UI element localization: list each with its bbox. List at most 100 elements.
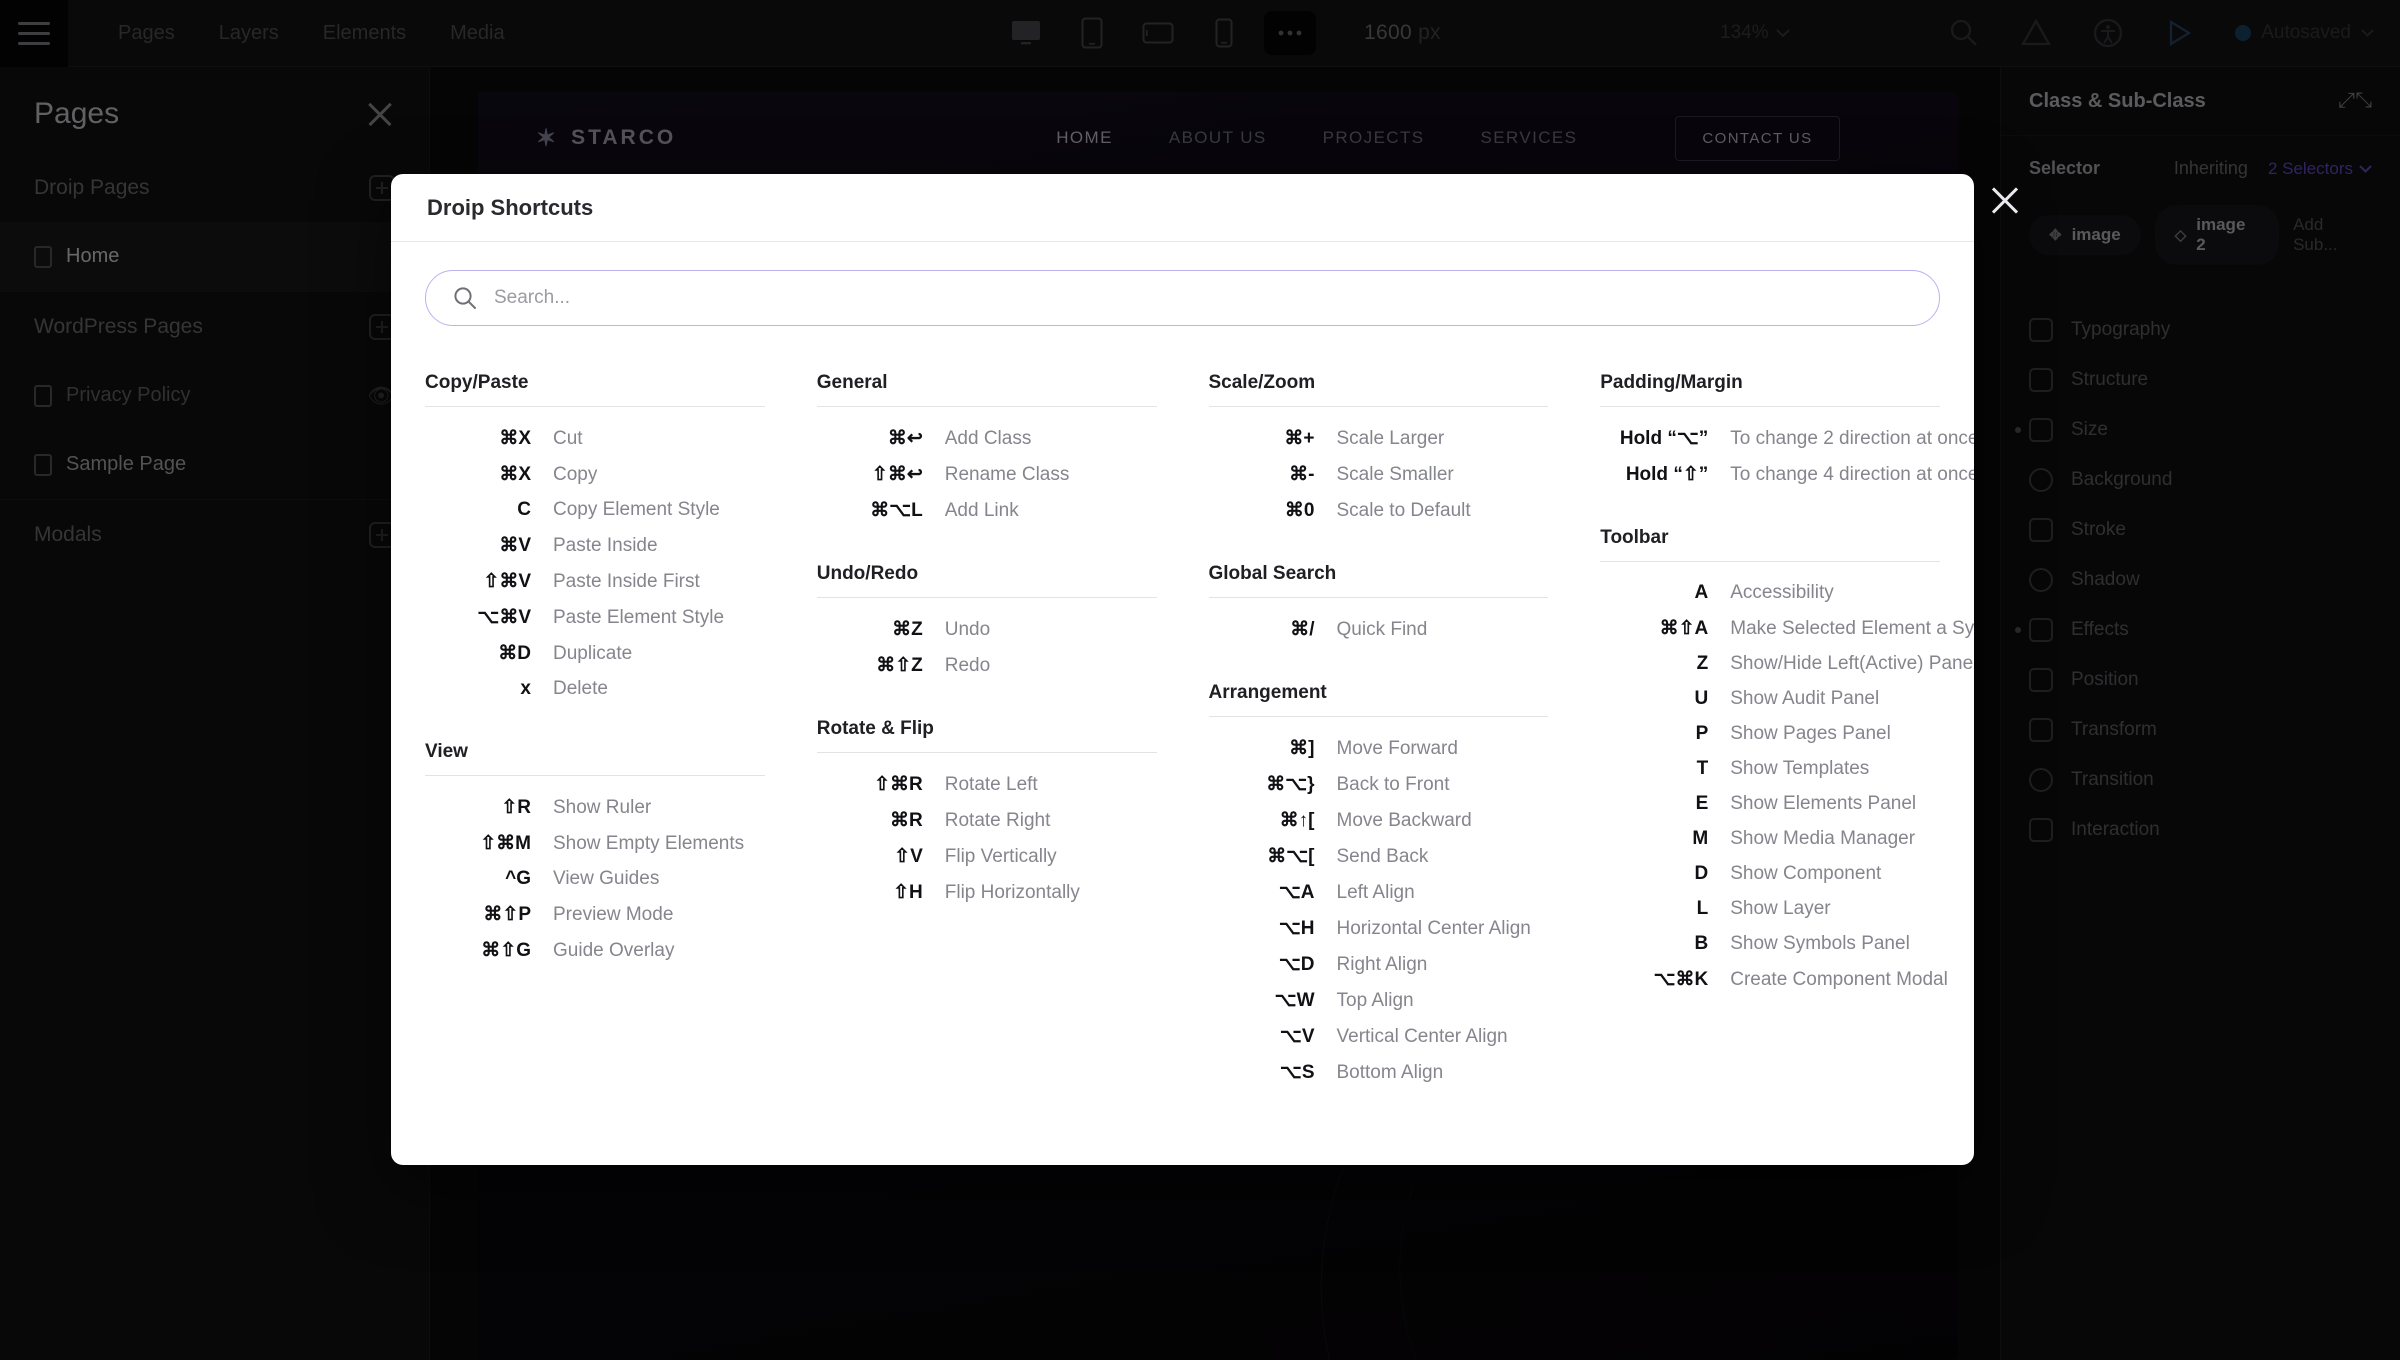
shortcut-keys: ⌘X bbox=[499, 464, 531, 485]
shortcut-label: Scale to Default bbox=[1336, 500, 1471, 521]
group-title: View bbox=[425, 741, 468, 762]
shortcut-label: Flip Horizontally bbox=[944, 882, 1080, 903]
shortcut-keys: x bbox=[520, 678, 531, 699]
shortcut-row: ^G View Guides bbox=[425, 862, 765, 897]
divider bbox=[816, 406, 1157, 407]
group-title: Rotate & Flip bbox=[816, 718, 934, 739]
shortcut-keys: ⌘⌥L bbox=[870, 500, 923, 521]
shortcut-label: Flip Vertically bbox=[944, 846, 1057, 867]
shortcut-label: Show Ruler bbox=[553, 797, 652, 818]
shortcut-label: To change 4 direction at once bbox=[1730, 464, 1974, 485]
divider bbox=[1208, 597, 1549, 598]
close-icon[interactable] bbox=[1988, 183, 2022, 217]
shortcut-row: D Show Component bbox=[1600, 857, 1940, 892]
shortcut-row: ⇧R Show Ruler bbox=[425, 790, 765, 826]
shortcut-row: T Show Templates bbox=[1600, 752, 1940, 787]
shortcut-column-1: Copy/Paste ⌘X Cut ⌘X Copy C Copy Element St… bbox=[425, 372, 765, 1125]
shortcut-row: ⌘↩ Add Class bbox=[817, 421, 1157, 457]
group-title: Scale/Zoom bbox=[1208, 372, 1316, 393]
shortcut-keys: Z bbox=[1696, 653, 1709, 674]
shortcut-row: ⌘R Rotate Right bbox=[817, 803, 1157, 839]
shortcut-label: Rotate Left bbox=[944, 774, 1038, 795]
shortcut-row: ⌥S Bottom Align bbox=[1209, 1055, 1549, 1091]
shortcut-group-general: General ⌘↩ Add Class ⇧⌘↩ Rename Class ⌘⌥L A… bbox=[816, 372, 1157, 529]
divider bbox=[425, 406, 765, 407]
shortcut-label: Scale Larger bbox=[1336, 428, 1445, 449]
shortcut-row: ⌥D Right Align bbox=[1209, 947, 1549, 983]
shortcut-keys: ⌘D bbox=[498, 643, 531, 664]
shortcut-label: Cut bbox=[553, 428, 583, 449]
shortcut-column-2: General ⌘↩ Add Class ⇧⌘↩ Rename Class ⌘⌥L A… bbox=[816, 372, 1157, 1125]
shortcut-keys: ⌘⇧Z bbox=[876, 655, 923, 676]
shortcut-keys: A bbox=[1694, 582, 1709, 603]
shortcut-keys: Hold “⌥” bbox=[1619, 428, 1709, 449]
shortcut-label: Accessibility bbox=[1730, 582, 1834, 603]
shortcut-group-copy-paste: Copy/Paste ⌘X Cut ⌘X Copy C Copy Element St… bbox=[425, 372, 765, 707]
shortcut-label: Add Link bbox=[944, 500, 1019, 521]
shortcut-label: Paste Element Style bbox=[553, 607, 725, 628]
shortcut-keys: T bbox=[1696, 758, 1709, 779]
droip-editor-window: Pages Layers Elements Media bbox=[0, 0, 2400, 1360]
shortcut-label: Show Templates bbox=[1730, 758, 1870, 779]
shortcut-row: ⇧V Flip Vertically bbox=[817, 839, 1157, 875]
shortcut-row: ⌘Z Undo bbox=[817, 612, 1157, 648]
shortcut-row: ⌘⇧P Preview Mode bbox=[425, 897, 765, 933]
shortcut-group-toolbar: Toolbar A Accessibility ⌘⇧A Make Selected … bbox=[1600, 527, 1974, 998]
search-field[interactable] bbox=[425, 270, 1940, 326]
shortcut-label: Quick Find bbox=[1336, 619, 1428, 640]
shortcut-keys: P bbox=[1695, 723, 1709, 744]
shortcut-columns: Copy/Paste ⌘X Cut ⌘X Copy C Copy Element St… bbox=[425, 372, 1974, 1125]
shortcut-keys: ⇧⌘V bbox=[483, 571, 531, 592]
shortcut-row: Hold “⌥” To change 2 direction at once bbox=[1600, 421, 1974, 457]
shortcut-label: To change 2 direction at once bbox=[1730, 428, 1974, 449]
shortcut-keys: ⌘⇧G bbox=[481, 940, 531, 961]
shortcut-row: ⇧⌘↩ Rename Class bbox=[817, 457, 1157, 493]
shortcut-label: Guide Overlay bbox=[553, 940, 675, 961]
shortcut-label: Show Audit Panel bbox=[1730, 688, 1880, 709]
shortcut-label: Undo bbox=[944, 619, 991, 640]
group-title: Toolbar bbox=[1600, 527, 1669, 548]
shortcut-label: Scale Smaller bbox=[1336, 464, 1454, 485]
shortcut-label: Paste Inside bbox=[553, 535, 658, 556]
shortcut-keys: Hold “⇧” bbox=[1625, 464, 1709, 485]
shortcut-row: ⌘- Scale Smaller bbox=[1209, 457, 1549, 493]
shortcut-label: Add Class bbox=[944, 428, 1032, 449]
shortcut-label: Preview Mode bbox=[553, 904, 674, 925]
shortcut-row: L Show Layer bbox=[1600, 892, 1940, 927]
shortcut-label: Create Component Modal bbox=[1730, 969, 1948, 990]
shortcut-label: Show Empty Elements bbox=[553, 833, 745, 854]
shortcut-row: ⌥⌘K Create Component Modal bbox=[1600, 962, 1948, 998]
shortcut-label: Show Elements Panel bbox=[1730, 793, 1917, 814]
shortcut-keys: ⌥⌘V bbox=[477, 607, 531, 628]
shortcut-label: Redo bbox=[944, 655, 991, 676]
shortcut-row: ⌘+ Scale Larger bbox=[1209, 421, 1549, 457]
shortcuts-modal: Droip Shortcuts Copy/Paste ⌘X Cut ⌘X Copy bbox=[391, 174, 1974, 1165]
shortcut-keys: ⌘0 bbox=[1284, 500, 1315, 521]
shortcut-keys: ⌘- bbox=[1289, 464, 1315, 485]
shortcut-label: Back to Front bbox=[1336, 774, 1450, 795]
shortcut-label: Top Align bbox=[1336, 990, 1414, 1011]
shortcut-keys: M bbox=[1692, 828, 1709, 849]
shortcut-label: Horizontal Center Align bbox=[1336, 918, 1531, 939]
shortcut-keys: ⇧V bbox=[894, 846, 923, 867]
search-icon bbox=[454, 287, 476, 309]
shortcut-label: Move Forward bbox=[1336, 738, 1458, 759]
shortcut-keys: ⌘⇧A bbox=[1659, 618, 1709, 639]
shortcut-keys: ⇧R bbox=[501, 797, 531, 818]
shortcut-keys: ⌥H bbox=[1278, 918, 1315, 939]
search-input[interactable] bbox=[494, 287, 1913, 309]
group-title: Copy/Paste bbox=[425, 372, 529, 393]
shortcut-keys: ⌥A bbox=[1278, 882, 1315, 903]
shortcut-row: P Show Pages Panel bbox=[1600, 717, 1940, 752]
shortcut-row: ⌥H Horizontal Center Align bbox=[1209, 911, 1549, 947]
shortcut-row: B Show Symbols Panel bbox=[1600, 927, 1940, 962]
shortcut-row: ⌥A Left Align bbox=[1209, 875, 1549, 911]
shortcut-keys: ⇧⌘R bbox=[874, 774, 923, 795]
shortcut-keys: ⌘Z bbox=[892, 619, 923, 640]
shortcut-keys: ⇧⌘M bbox=[480, 833, 531, 854]
modal-title: Droip Shortcuts bbox=[427, 194, 594, 220]
shortcut-keys: ⌥S bbox=[1279, 1062, 1315, 1083]
shortcut-row: ⌘⇧G Guide Overlay bbox=[425, 933, 765, 969]
shortcut-group-undo-redo: Undo/Redo ⌘Z Undo ⌘⇧Z Redo bbox=[816, 563, 1157, 684]
shortcut-keys: ⇧H bbox=[893, 882, 923, 903]
